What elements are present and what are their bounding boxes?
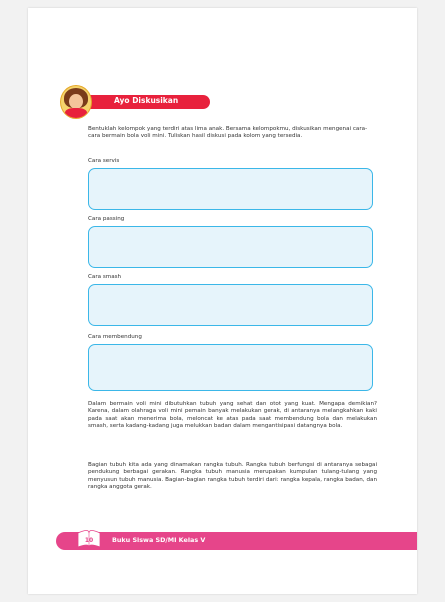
answer-box-servis[interactable] xyxy=(88,168,373,210)
answer-box-passing[interactable] xyxy=(88,226,373,268)
intro-text: Bentuklah kelompok yang terdiri atas lim… xyxy=(88,126,368,140)
footer-bar: 10 Buku Siswa SD/MI Kelas V xyxy=(56,530,417,550)
activity-banner: Ayo Diskusikan xyxy=(60,85,220,119)
section-label-passing: Cara passing xyxy=(88,216,125,222)
page-number: 10 xyxy=(84,537,94,544)
student-avatar-icon xyxy=(60,85,92,119)
activity-title: Ayo Diskusikan xyxy=(114,96,179,105)
answer-box-membendung[interactable] xyxy=(88,344,373,391)
section-label-servis: Cara servis xyxy=(88,158,120,164)
answer-box-smash[interactable] xyxy=(88,284,373,326)
footer-title: Buku Siswa SD/MI Kelas V xyxy=(112,536,206,544)
paragraph-rangka: Bagian tubuh kita ada yang dinamakan ran… xyxy=(88,462,377,491)
paragraph-voli: Dalam bermain voli mini dibutuhkan tubuh… xyxy=(88,401,377,430)
section-label-smash: Cara smash xyxy=(88,274,122,280)
section-label-membendung: Cara membendung xyxy=(88,334,142,340)
activity-title-bar: Ayo Diskusikan xyxy=(78,95,210,109)
